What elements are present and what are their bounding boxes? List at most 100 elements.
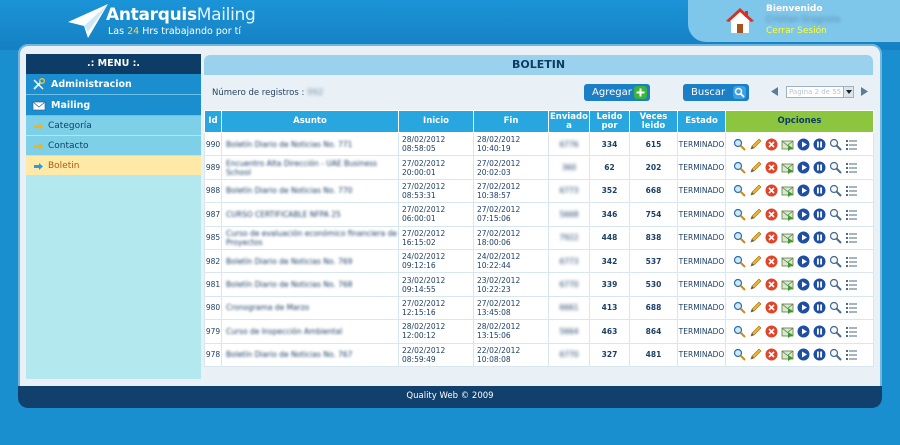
edit-icon[interactable] [749, 231, 762, 244]
pause-icon[interactable] [813, 138, 826, 151]
delete-icon[interactable] [765, 301, 778, 314]
header-inicio[interactable]: Inicio [398, 110, 474, 133]
delete-icon[interactable] [765, 278, 778, 291]
search-icon[interactable] [829, 348, 842, 361]
header-enviado[interactable]: Enviado a [548, 110, 590, 133]
view-icon[interactable] [733, 231, 746, 244]
list-icon[interactable] [845, 301, 858, 314]
cell-asunto[interactable]: Boletín Diario de Noticias No. 770 [221, 178, 399, 204]
send-icon[interactable] [781, 138, 794, 151]
header-asunto[interactable]: Asunto [221, 110, 399, 133]
view-icon[interactable] [733, 278, 746, 291]
delete-icon[interactable] [765, 255, 778, 268]
cell-asunto[interactable]: Boletín Diario de Noticias No. 767 [221, 342, 399, 367]
play-icon[interactable] [797, 325, 810, 338]
search-icon[interactable] [829, 231, 842, 244]
view-icon[interactable] [733, 255, 746, 268]
list-icon[interactable] [845, 184, 858, 197]
send-icon[interactable] [781, 301, 794, 315]
send-icon[interactable] [781, 231, 794, 245]
cell-asunto[interactable]: Curso de evaluación económico financiera… [221, 225, 399, 250]
send-icon[interactable] [781, 255, 794, 268]
send-icon[interactable] [781, 348, 794, 362]
search-icon[interactable] [829, 255, 842, 268]
edit-icon[interactable] [749, 255, 762, 268]
play-icon[interactable] [797, 301, 810, 314]
edit-icon[interactable] [749, 161, 762, 174]
pause-icon[interactable] [813, 161, 826, 174]
view-icon[interactable] [733, 325, 746, 338]
play-icon[interactable] [797, 138, 810, 151]
page-select[interactable]: Pagina 2 de 55 [786, 86, 854, 98]
play-icon[interactable] [797, 184, 810, 197]
view-icon[interactable] [733, 208, 746, 221]
list-icon[interactable] [845, 278, 858, 291]
sidebar-section-administracion[interactable]: Administracion [26, 74, 201, 95]
delete-icon[interactable] [765, 325, 778, 338]
list-icon[interactable] [845, 231, 858, 244]
search-button[interactable]: Buscar [683, 84, 749, 101]
view-icon[interactable] [733, 184, 746, 198]
logo[interactable]: AntarquisMailing Las 24 Hrs trabajando p… [66, 2, 256, 42]
cell-asunto[interactable]: Encuentro Alta Dirección - UAE Business … [221, 155, 399, 180]
edit-icon[interactable] [749, 138, 762, 151]
sidebar-item-contacto[interactable]: Contacto [26, 136, 201, 156]
view-icon[interactable] [733, 301, 746, 315]
logout-link[interactable]: Cerrar Sesión [766, 26, 827, 36]
sidebar-item-categoria[interactable]: Categoría [26, 116, 201, 136]
edit-icon[interactable] [749, 301, 762, 314]
delete-icon[interactable] [765, 208, 778, 221]
edit-icon[interactable] [749, 278, 762, 291]
edit-icon[interactable] [749, 208, 762, 221]
search-icon[interactable] [829, 184, 842, 198]
cell-asunto[interactable]: Curso de Inspección Ambiental [221, 319, 399, 344]
play-icon[interactable] [797, 348, 810, 361]
play-icon[interactable] [797, 231, 810, 244]
list-icon[interactable] [845, 161, 858, 174]
pause-icon[interactable] [813, 255, 826, 268]
cell-asunto[interactable]: Boletín Diario de Noticias No. 768 [221, 272, 399, 297]
list-icon[interactable] [845, 325, 858, 338]
view-icon[interactable] [733, 138, 746, 151]
cell-asunto[interactable]: Boletín Diario de Noticias No. 769 [221, 248, 399, 274]
pause-icon[interactable] [813, 348, 826, 361]
edit-icon[interactable] [749, 348, 762, 361]
delete-icon[interactable] [765, 231, 778, 244]
search-icon[interactable] [829, 278, 842, 291]
prev-page-icon[interactable] [771, 87, 778, 96]
pause-icon[interactable] [813, 231, 826, 244]
search-icon[interactable] [829, 138, 842, 151]
search-icon[interactable] [829, 161, 842, 174]
edit-icon[interactable] [749, 184, 762, 197]
delete-icon[interactable] [765, 161, 778, 174]
play-icon[interactable] [797, 278, 810, 291]
play-icon[interactable] [797, 208, 810, 221]
header-leido[interactable]: Leido por [589, 110, 630, 133]
send-icon[interactable] [781, 208, 794, 221]
search-icon[interactable] [829, 301, 842, 315]
list-icon[interactable] [845, 348, 858, 361]
search-icon[interactable] [829, 325, 842, 338]
delete-icon[interactable] [765, 184, 778, 197]
view-icon[interactable] [733, 161, 746, 174]
home-icon[interactable] [726, 7, 754, 35]
header-fin[interactable]: Fin [473, 110, 549, 133]
cell-asunto[interactable]: CURSO CERTIFICABLE NFPA 25 [221, 202, 399, 227]
pause-icon[interactable] [813, 301, 826, 314]
pause-icon[interactable] [813, 325, 826, 338]
header-estado[interactable]: Estado [677, 110, 726, 133]
next-page-icon[interactable] [861, 87, 868, 96]
send-icon[interactable] [781, 325, 794, 338]
send-icon[interactable] [781, 161, 794, 175]
edit-icon[interactable] [749, 325, 762, 338]
add-button[interactable]: Agregar [584, 84, 650, 101]
list-icon[interactable] [845, 208, 858, 221]
pause-icon[interactable] [813, 278, 826, 291]
sidebar-section-mailing[interactable]: Mailing [26, 95, 201, 116]
play-icon[interactable] [797, 161, 810, 174]
view-icon[interactable] [733, 348, 746, 361]
pause-icon[interactable] [813, 208, 826, 221]
pause-icon[interactable] [813, 184, 826, 197]
sidebar-item-boletin[interactable]: Boletin [26, 156, 201, 176]
send-icon[interactable] [781, 184, 794, 198]
